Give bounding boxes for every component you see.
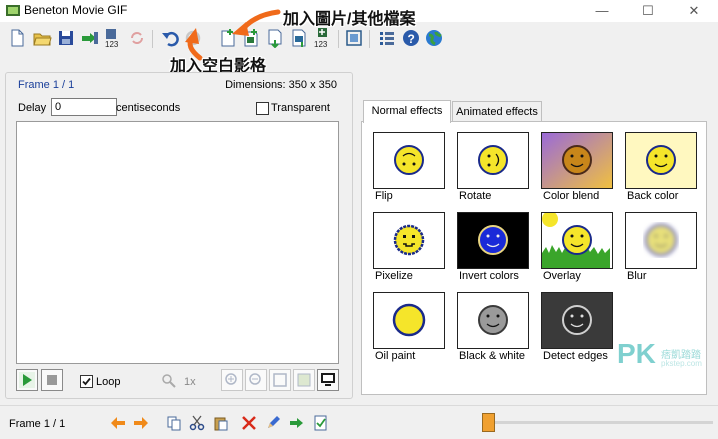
status-frame-info: Frame 1 / 1: [9, 418, 66, 430]
copy-icon[interactable]: [166, 415, 182, 431]
effect-label: Black & white: [459, 350, 526, 362]
tab-animated-effects[interactable]: Animated effects: [452, 101, 542, 122]
frame-slider-track[interactable]: [483, 421, 713, 424]
preview-button[interactable]: [317, 369, 339, 391]
play-button[interactable]: [16, 369, 38, 391]
arrow-left-icon[interactable]: [110, 415, 126, 431]
tab-normal-effects[interactable]: Normal effects: [363, 100, 451, 123]
effect-pixelize[interactable]: Pixelize: [373, 212, 457, 292]
effect-thumbnail: [541, 132, 613, 189]
effect-overlay[interactable]: Overlay: [541, 212, 625, 292]
effect-detect-edges[interactable]: Detect edges: [541, 292, 625, 372]
effect-label: Oil paint: [375, 350, 416, 362]
zoom-in-button[interactable]: [221, 369, 243, 391]
effect-label: Invert colors: [459, 270, 519, 282]
zoom-out-button[interactable]: [245, 369, 267, 391]
effect-label: Pixelize: [375, 270, 413, 282]
frame-properties-panel: Frame 1 / 1 Dimensions: 350 x 350 Delay …: [5, 72, 353, 399]
effect-label: Detect edges: [543, 350, 608, 362]
paste-icon[interactable]: [213, 415, 229, 431]
transparent-label: Transparent: [271, 102, 330, 114]
delay-input[interactable]: [51, 98, 117, 116]
effect-flip[interactable]: Flip: [373, 132, 457, 212]
frame-slider-thumb[interactable]: [482, 413, 495, 432]
centiseconds-label: centiseconds: [116, 102, 181, 114]
zoom-fit-button[interactable]: [269, 369, 291, 391]
loop-label: Loop: [96, 376, 121, 388]
monitor-icon: [321, 373, 335, 386]
play-icon: [19, 372, 35, 388]
frame-canvas[interactable]: [16, 121, 339, 364]
effect-label: Color blend: [543, 190, 600, 202]
add-image-annotation: 加入圖片/其他檔案: [283, 11, 416, 28]
watermark-brand: PK: [617, 338, 656, 369]
effect-thumbnail: [457, 132, 529, 189]
zoom-actual-icon: [297, 373, 311, 387]
effect-thumbnail: [457, 212, 529, 269]
effect-rotate[interactable]: Rotate: [457, 132, 541, 212]
effect-thumbnail: [625, 212, 697, 269]
effect-label: Back color: [627, 190, 679, 202]
effect-blur[interactable]: Blur: [625, 212, 709, 292]
effect-thumbnail: [541, 212, 613, 269]
checkmark-icon: [82, 377, 91, 386]
cut-icon[interactable]: [189, 415, 205, 431]
transparent-checkbox[interactable]: [256, 102, 269, 115]
effect-thumbnail: [541, 292, 613, 349]
zoom-out-icon: [249, 373, 261, 385]
zoom-fit-icon: [273, 373, 287, 387]
stop-icon: [47, 375, 57, 385]
zoom-level: 1x: [184, 376, 196, 388]
effect-thumbnail: [625, 132, 697, 189]
delay-label: Delay: [18, 102, 47, 114]
effect-black-white[interactable]: Black & white: [457, 292, 541, 372]
delete-icon[interactable]: [241, 415, 257, 431]
watermark-logo: PK 痞凱踏踏 pkstep.com: [617, 338, 707, 372]
effect-thumbnail: [373, 212, 445, 269]
effect-thumbnail: [373, 132, 445, 189]
properties-icon[interactable]: [313, 415, 329, 431]
effect-label: Rotate: [459, 190, 492, 202]
frame-info: Frame 1 / 1: [18, 79, 75, 91]
effect-label: Flip: [375, 190, 393, 202]
zoom-in-icon: [225, 373, 237, 385]
effect-oil-paint[interactable]: Oil paint: [373, 292, 457, 372]
arrow-right-icon[interactable]: [133, 415, 149, 431]
effect-invert-colors[interactable]: Invert colors: [457, 212, 541, 292]
dimensions-label: Dimensions: 350 x 350: [225, 79, 337, 91]
loop-checkbox[interactable]: [80, 375, 93, 388]
effect-color-blend[interactable]: Color blend: [541, 132, 625, 212]
zoom-magnifier-icon: [162, 374, 176, 388]
zoom-actual-button[interactable]: [293, 369, 315, 391]
edit-pencil-icon[interactable]: [265, 415, 281, 431]
effect-back-color[interactable]: Back color: [625, 132, 709, 212]
watermark-url: pkstep.com: [661, 359, 702, 368]
effect-label: Blur: [627, 270, 647, 282]
effect-label: Overlay: [543, 270, 581, 282]
effect-thumbnail: [373, 292, 445, 349]
effect-thumbnail: [457, 292, 529, 349]
stop-button[interactable]: [41, 369, 63, 391]
export-arrow-icon[interactable]: [289, 415, 305, 431]
